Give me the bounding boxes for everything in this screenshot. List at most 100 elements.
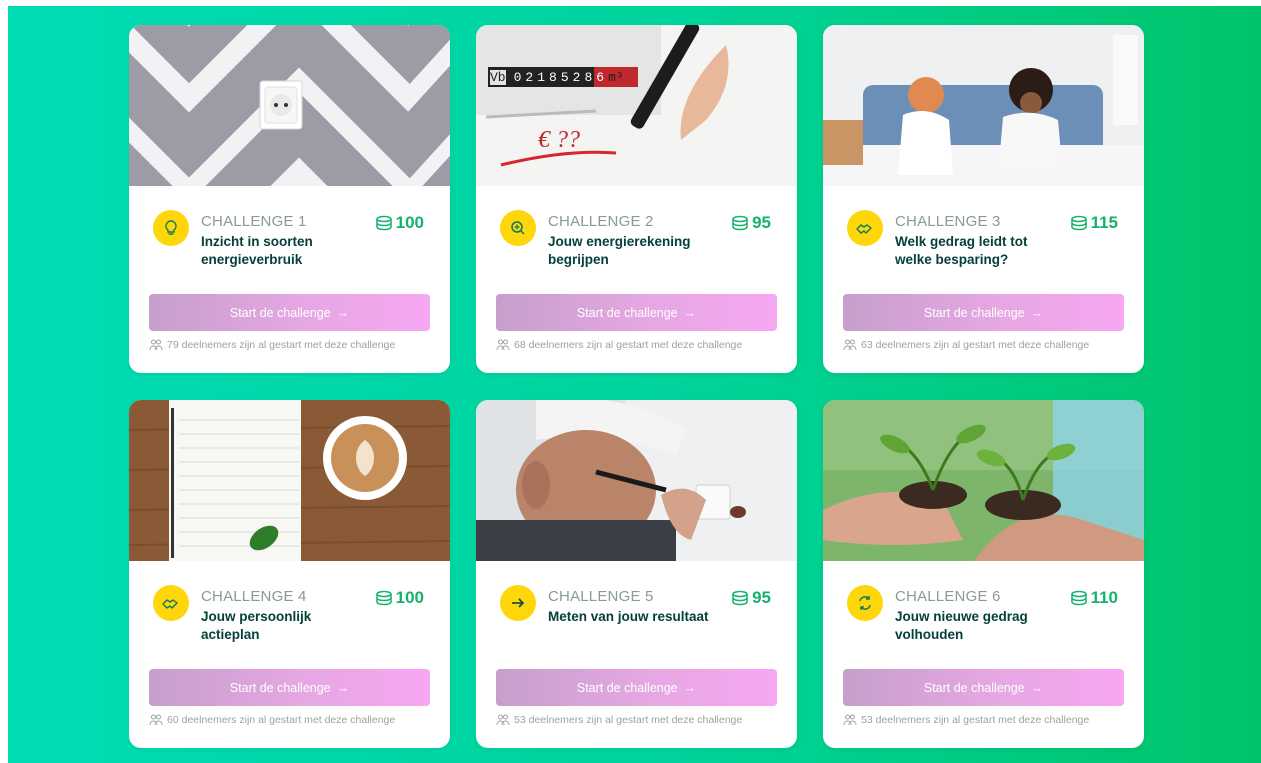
- participants-count: 53: [514, 714, 526, 726]
- participants-count: 79: [167, 339, 179, 351]
- meter-digit: 0: [513, 69, 522, 85]
- points-badge: 95: [730, 588, 771, 608]
- people-icon: [843, 339, 857, 351]
- people-icon: [496, 714, 510, 726]
- start-challenge-button[interactable]: Start de challenge →: [843, 294, 1124, 331]
- participants-info: 53 deelnemers zijn al gestart met deze c…: [843, 714, 1089, 726]
- challenge-number: CHALLENGE 2: [548, 213, 654, 230]
- participants-count: 60: [167, 714, 179, 726]
- people-icon: [149, 714, 163, 726]
- arrow-right-icon: →: [683, 680, 697, 695]
- participants-text: deelnemers zijn al gestart met deze chal…: [528, 339, 743, 351]
- start-challenge-button[interactable]: Start de challenge →: [149, 669, 430, 706]
- challenge-grid: CHALLENGE 1 Inzicht in soorten energieve…: [129, 25, 1144, 748]
- challenge-title: Inzicht in soorten energieverbruik: [201, 234, 313, 267]
- coins-icon: [1070, 215, 1087, 231]
- meter-digit: 2: [572, 69, 581, 85]
- challenge-card-3: CHALLENGE 3 Welk gedrag leidt tot welke …: [823, 25, 1144, 373]
- points-value: 95: [752, 588, 771, 607]
- participants-text: deelnemers zijn al gestart met deze chal…: [875, 714, 1090, 726]
- meter-digit: 1: [537, 69, 546, 85]
- participants-info: 79 deelnemers zijn al gestart met deze c…: [149, 339, 395, 351]
- participants-text: deelnemers zijn al gestart met deze chal…: [181, 339, 396, 351]
- magnifier-plus-icon: [500, 210, 536, 246]
- participants-text: deelnemers zijn al gestart met deze chal…: [181, 714, 396, 726]
- arrow-right-icon: →: [1030, 305, 1044, 320]
- meter-digit: 6: [596, 69, 605, 85]
- photo-gas-meter: € ?? Vb 0 2 1 8 5 2 8 6 m³: [476, 25, 797, 186]
- button-label: Start de challenge: [576, 305, 678, 320]
- photo-hands-plants: [823, 400, 1144, 561]
- participants-info: 60 deelnemers zijn al gestart met deze c…: [149, 714, 395, 726]
- points-value: 110: [1090, 588, 1118, 607]
- handshake-icon: [153, 585, 189, 621]
- participants-info: 68 deelnemers zijn al gestart met deze c…: [496, 339, 742, 351]
- participants-count: 68: [514, 339, 526, 351]
- challenge-number: CHALLENGE 1: [201, 213, 307, 230]
- button-label: Start de challenge: [923, 305, 1025, 320]
- challenge-number: CHALLENGE 3: [895, 213, 1001, 230]
- meter-digit: 2: [525, 69, 534, 85]
- lightbulb-icon: [153, 210, 189, 246]
- coins-icon: [732, 215, 748, 231]
- meter-digit: 8: [584, 69, 593, 85]
- points-badge: 100: [374, 588, 424, 608]
- photo-children-playing: [823, 25, 1144, 186]
- challenge-title: Meten van jouw resultaat: [548, 609, 709, 624]
- participants-info: 63 deelnemers zijn al gestart met deze c…: [843, 339, 1089, 351]
- start-challenge-button[interactable]: Start de challenge →: [149, 294, 430, 331]
- points-value: 100: [395, 213, 424, 232]
- points-value: 95: [752, 213, 771, 232]
- participants-count: 63: [861, 339, 873, 351]
- meter-label: Vb: [490, 69, 506, 85]
- points-badge: 115: [1069, 213, 1118, 233]
- challenge-title: Jouw energierekening begrijpen: [548, 234, 691, 267]
- start-challenge-button[interactable]: Start de challenge →: [843, 669, 1124, 706]
- people-icon: [843, 714, 857, 726]
- challenge-number: CHALLENGE 6: [895, 588, 1001, 605]
- photo-wall-socket: [129, 25, 450, 186]
- refresh-icon: [847, 585, 883, 621]
- challenge-card-4: CHALLENGE 4 Jouw persoonlijk actieplan 1…: [129, 400, 450, 748]
- points-badge: 95: [730, 213, 771, 233]
- challenge-number: CHALLENGE 5: [548, 588, 654, 605]
- points-badge: 100: [374, 213, 424, 233]
- people-icon: [496, 339, 510, 351]
- meter-digit: 8: [549, 69, 557, 85]
- challenge-title: Welk gedrag leidt tot welke besparing?: [895, 234, 1028, 267]
- photo-worker-socket: [476, 400, 797, 561]
- arrow-right-icon: [500, 585, 536, 621]
- coins-icon: [1070, 590, 1087, 606]
- button-label: Start de challenge: [229, 305, 331, 320]
- start-challenge-button[interactable]: Start de challenge →: [496, 669, 777, 706]
- coins-icon: [375, 590, 392, 606]
- arrow-right-icon: →: [336, 680, 350, 695]
- handshake-icon: [847, 210, 883, 246]
- meter-unit: m³: [608, 69, 624, 85]
- challenge-card-6: CHALLENGE 6 Jouw nieuwe gedrag volhouden…: [823, 400, 1144, 748]
- start-challenge-button[interactable]: Start de challenge →: [496, 294, 777, 331]
- challenge-card-5: CHALLENGE 5 Meten van jouw resultaat 95 …: [476, 400, 797, 748]
- participants-count: 53: [861, 714, 873, 726]
- arrow-right-icon: →: [1030, 680, 1044, 695]
- coins-icon: [732, 590, 748, 606]
- photo-notebook-coffee: [129, 400, 450, 561]
- people-icon: [149, 339, 163, 351]
- challenge-number: CHALLENGE 4: [201, 588, 307, 605]
- handwritten-note: € ??: [538, 127, 580, 153]
- points-value: 115: [1090, 213, 1118, 232]
- points-value: 100: [395, 588, 424, 607]
- button-label: Start de challenge: [923, 680, 1025, 695]
- challenge-title: Jouw nieuwe gedrag volhouden: [895, 609, 1028, 642]
- participants-text: deelnemers zijn al gestart met deze chal…: [528, 714, 743, 726]
- arrow-right-icon: →: [683, 305, 697, 320]
- participants-info: 53 deelnemers zijn al gestart met deze c…: [496, 714, 742, 726]
- challenge-card-1: CHALLENGE 1 Inzicht in soorten energieve…: [129, 25, 450, 373]
- coins-icon: [375, 215, 392, 231]
- challenge-card-2: € ?? Vb 0 2 1 8 5 2 8 6 m³ CHALLENGE 2 J…: [476, 25, 797, 373]
- points-badge: 110: [1069, 588, 1118, 608]
- meter-readout: Vb 0 2 1 8 5 2 8 6 m³: [490, 67, 624, 87]
- page-background: CHALLENGE 1 Inzicht in soorten energieve…: [8, 6, 1261, 763]
- button-label: Start de challenge: [229, 680, 331, 695]
- participants-text: deelnemers zijn al gestart met deze chal…: [875, 339, 1090, 351]
